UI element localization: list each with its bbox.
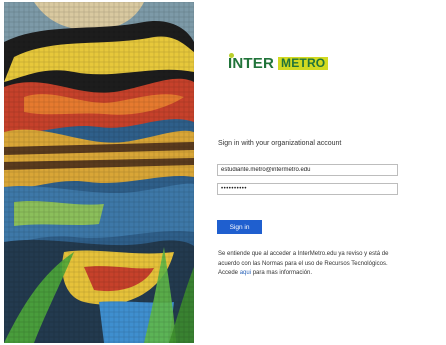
password-field[interactable]	[217, 183, 398, 195]
signin-button[interactable]: Sign in	[217, 220, 262, 234]
intermetro-logo: I NTER METRO	[228, 53, 329, 71]
notice-link[interactable]: aqui	[240, 270, 251, 276]
signin-heading: Sign in with your organizational account	[218, 140, 342, 147]
mosaic-artwork-image	[4, 2, 194, 343]
login-pane: I NTER METRO Sign in with your organizatio…	[200, 0, 446, 345]
email-field[interactable]	[217, 164, 398, 176]
usage-notice: Se entiende que al acceder a InterMetro.…	[218, 251, 389, 276]
